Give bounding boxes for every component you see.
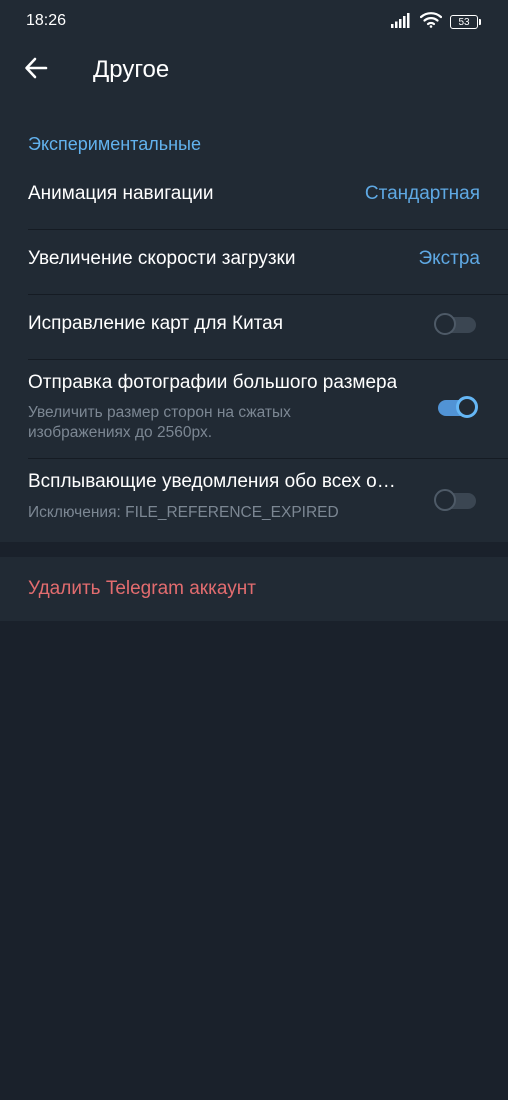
experimental-section: Экспериментальные Анимация навигации Ста… (0, 122, 508, 542)
status-icons: 53 (390, 11, 481, 33)
china-maps-toggle[interactable] (434, 313, 476, 335)
setting-title: Всплывающие уведомления обо всех ошибках (28, 471, 410, 492)
setting-large-photo[interactable]: Отправка фотографии большого размера Уве… (0, 360, 508, 458)
delete-account-button[interactable]: Удалить Telegram аккаунт (0, 557, 508, 621)
battery-icon: 53 (450, 15, 481, 29)
setting-download-speed[interactable]: Увеличение скорости загрузки Экстра (0, 230, 508, 294)
back-button[interactable] (18, 52, 54, 88)
toggle-knob (456, 396, 478, 418)
subtitle-line: Увеличить размер сторон на сжатых (28, 404, 291, 421)
status-time: 18:26 (26, 12, 67, 29)
delete-account-label: Удалить Telegram аккаунт (28, 578, 256, 599)
setting-subtitle: Увеличить размер сторон на сжатых изобра… (28, 403, 291, 443)
setting-value: Экстра (418, 248, 480, 269)
section-header: Экспериментальные (28, 134, 201, 154)
setting-navigation-animation[interactable]: Анимация навигации Стандартная (0, 165, 508, 229)
setting-title: Исправление карт для Китая (28, 313, 284, 334)
toggle-knob (434, 489, 456, 511)
app-bar: 18:26 53 Другое (0, 0, 508, 122)
setting-error-notifications[interactable]: Всплывающие уведомления обо всех ошибках… (0, 459, 508, 542)
page-title: Другое (93, 56, 170, 83)
toggle-knob (434, 313, 456, 335)
subtitle-line: изображениях до 2560px. (28, 424, 213, 441)
setting-subtitle: Исключения: FILE_REFERENCE_EXPIRED (28, 504, 339, 521)
setting-title: Анимация навигации (28, 183, 214, 204)
setting-value: Стандартная (364, 183, 480, 204)
setting-china-maps-fix[interactable]: Исправление карт для Китая (0, 295, 508, 359)
section-gap (0, 542, 508, 557)
battery-level: 53 (458, 16, 470, 28)
large-photo-toggle[interactable] (434, 396, 478, 418)
setting-title: Отправка фотографии большого размера (28, 372, 398, 393)
setting-title: Увеличение скорости загрузки (28, 248, 296, 269)
signal-icon (390, 12, 412, 33)
error-notifications-toggle[interactable] (434, 489, 476, 511)
wifi-icon (419, 11, 443, 33)
arrow-left-icon (24, 57, 48, 84)
